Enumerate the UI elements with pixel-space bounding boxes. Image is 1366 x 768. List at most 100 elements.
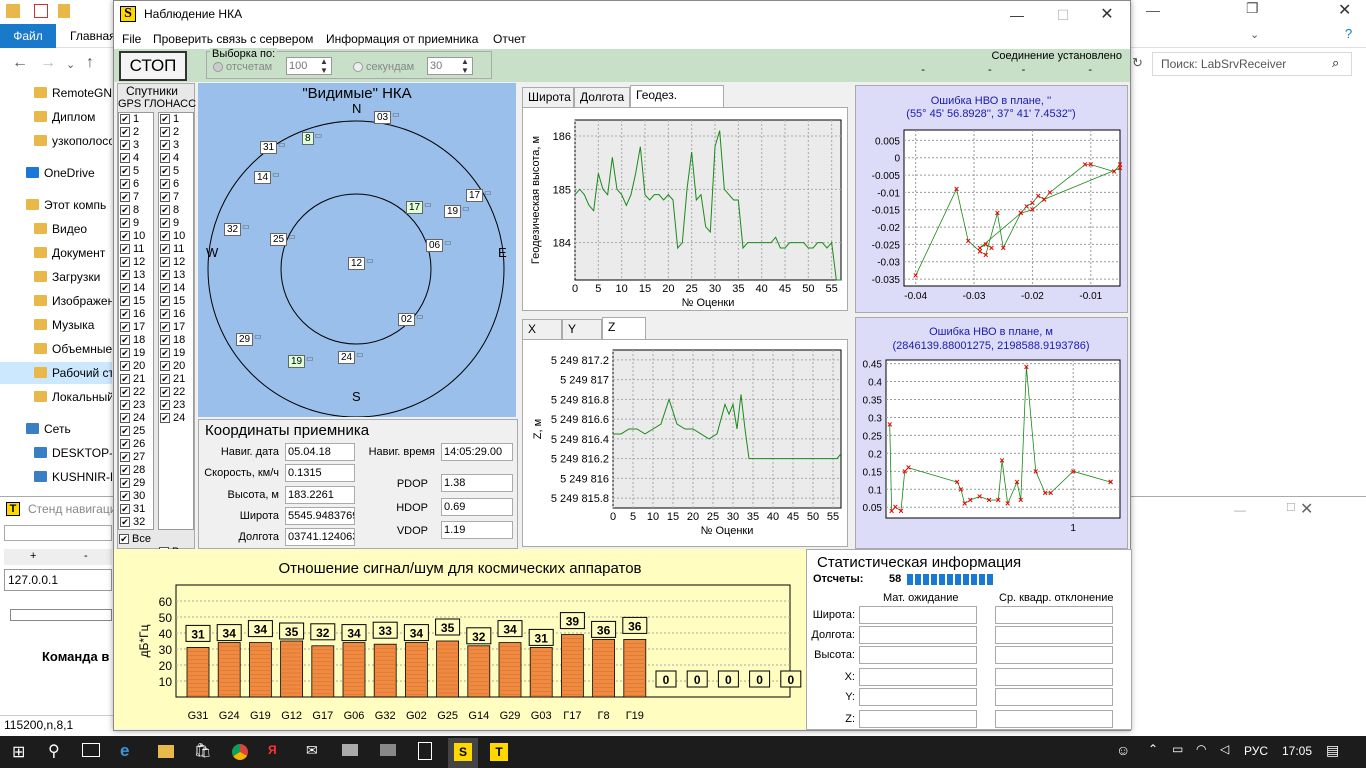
file-tab[interactable]: Файл	[0, 24, 56, 48]
stand-address-field[interactable]: 127.0.0.1	[4, 569, 112, 591]
gps-sat-checkbox[interactable]: ✔ 29	[119, 477, 153, 490]
gps-sat-checkbox[interactable]: ✔ 10	[119, 230, 153, 243]
lang-label[interactable]: РУС	[1244, 744, 1268, 758]
nav-item[interactable]: Изображен	[0, 290, 112, 312]
glonass-sat-checkbox[interactable]: ✔ 11	[159, 243, 193, 256]
gps-sat-checkbox[interactable]: ✔ 4	[119, 152, 153, 165]
glonass-sat-checkbox[interactable]: ✔ 17	[159, 321, 193, 334]
nav-item[interactable]: Локальный	[0, 386, 112, 408]
gps-sat-checkbox[interactable]: ✔ 7	[119, 191, 153, 204]
vdop-field[interactable]: 1.19	[441, 521, 513, 539]
chart-tab[interactable]: Z	[602, 317, 646, 339]
glonass-sat-checkbox[interactable]: ✔ 24	[159, 412, 193, 425]
spinner-arrows-icon[interactable]: ▲ ▼	[320, 57, 328, 75]
glonass-sat-checkbox[interactable]: ✔ 5	[159, 165, 193, 178]
chart-tab[interactable]: X	[522, 319, 562, 339]
menu-report[interactable]: Отчет	[487, 29, 532, 49]
menu-receiver-info[interactable]: Информация от приемника	[320, 29, 484, 49]
tray-expand-icon[interactable]: ⌃	[1148, 742, 1158, 756]
satellite-marker[interactable]: 32 ▭	[224, 222, 250, 236]
store-icon[interactable]: 🛍	[194, 742, 212, 758]
glonass-sat-checkbox[interactable]: ✔ 9	[159, 217, 193, 230]
network-icon[interactable]: ▭	[1172, 742, 1183, 756]
wifi-icon[interactable]: ◠	[1196, 742, 1206, 756]
glonass-sat-checkbox[interactable]: ✔ 15	[159, 295, 193, 308]
spinner-arrows-icon[interactable]: ▲ ▼	[461, 57, 469, 75]
gps-sat-checkbox[interactable]: ✔ 9	[119, 217, 153, 230]
nav-item[interactable]: Диплом	[0, 106, 112, 128]
glonass-sat-checkbox[interactable]: ✔ 8	[159, 204, 193, 217]
new-folder-icon[interactable]	[58, 4, 70, 18]
stand-close-icon[interactable]: ✕	[1300, 499, 1313, 519]
satellite-marker[interactable]: 06 ▭	[426, 238, 452, 252]
minimize-icon[interactable]: —	[1146, 2, 1160, 18]
glonass-sat-checkbox[interactable]: ✔ 22	[159, 386, 193, 399]
gps-sat-checkbox[interactable]: ✔ 28	[119, 464, 153, 477]
satellite-marker[interactable]: 24 ▭	[338, 350, 364, 364]
minimize-icon[interactable]: —	[994, 3, 1040, 27]
gps-sat-checkbox[interactable]: ✔ 20	[119, 360, 153, 373]
forward-icon[interactable]: →	[40, 54, 56, 72]
gps-sat-checkbox[interactable]: ✔ 8	[119, 204, 153, 217]
stand-combo[interactable]	[4, 525, 112, 541]
glonass-sat-checkbox[interactable]: ✔ 14	[159, 282, 193, 295]
gps-sat-checkbox[interactable]: ✔ 2	[119, 126, 153, 139]
stats-mean-field[interactable]	[859, 606, 977, 624]
volume-icon[interactable]: ◁	[1220, 742, 1229, 756]
gps-sat-checkbox[interactable]: ✔ 6	[119, 178, 153, 191]
by-count-radio[interactable]	[213, 62, 223, 72]
glonass-sat-checkbox[interactable]: ✔ 2	[159, 126, 193, 139]
edge-icon[interactable]: e	[120, 741, 136, 760]
maximize-icon[interactable]: ☐	[1040, 3, 1086, 27]
stop-button[interactable]: СТОП	[119, 51, 187, 81]
task-view-icon[interactable]	[82, 743, 100, 757]
chart-tab[interactable]: Y	[562, 319, 602, 339]
stats-mean-field[interactable]	[859, 668, 977, 686]
stand-app-taskbar-icon[interactable]: T	[490, 743, 508, 761]
gps-sat-checkbox[interactable]: ✔ 32	[119, 516, 153, 529]
stats-std-field[interactable]	[995, 626, 1113, 644]
satellite-marker[interactable]: 14 ▭	[254, 170, 280, 184]
gps-sat-checkbox[interactable]: ✔ 12	[119, 256, 153, 269]
nav-item[interactable]: RemoteGNS	[0, 82, 112, 104]
gps-sat-checkbox[interactable]: ✔ 31	[119, 503, 153, 516]
nav-item[interactable]: Рабочий ст	[0, 362, 112, 384]
glonass-sat-checkbox[interactable]: ✔ 12	[159, 256, 193, 269]
nav-item[interactable]: KUSHNIR-P	[0, 466, 112, 488]
gps-sat-checkbox[interactable]: ✔ 25	[119, 425, 153, 438]
satellite-marker[interactable]: 17 ▭	[466, 188, 492, 202]
app-icon[interactable]	[380, 744, 396, 756]
gps-sat-checkbox[interactable]: ✔ 18	[119, 334, 153, 347]
time-field[interactable]: 14:05:29.00	[441, 443, 513, 461]
gps-sat-checkbox[interactable]: ✔ 5	[119, 165, 153, 178]
recent-icon[interactable]: ⌄	[66, 58, 75, 71]
refresh-icon[interactable]: ↻	[1132, 55, 1143, 71]
nav-item[interactable]: Объемные	[0, 338, 112, 360]
start-icon[interactable]: ⊞	[12, 742, 28, 761]
gps-sat-checkbox[interactable]: ✔ 3	[119, 139, 153, 152]
gps-sat-checkbox[interactable]: ✔ 23	[119, 399, 153, 412]
search-input[interactable]: Поиск: LabSrvReceiver	[1152, 52, 1352, 76]
stats-mean-field[interactable]	[859, 710, 977, 728]
mail-icon[interactable]: ✉	[306, 742, 322, 758]
app-icon[interactable]	[342, 744, 358, 756]
chrome-icon[interactable]	[232, 744, 248, 760]
gps-sat-checkbox[interactable]: ✔ 21	[119, 373, 153, 386]
glonass-sat-checkbox[interactable]: ✔ 7	[159, 191, 193, 204]
people-icon[interactable]: ☺	[1116, 742, 1130, 758]
glonass-sat-checkbox[interactable]: ✔ 4	[159, 152, 193, 165]
stats-std-field[interactable]	[995, 668, 1113, 686]
menu-file[interactable]: File	[116, 29, 147, 49]
glonass-sat-checkbox[interactable]: ✔ 3	[159, 139, 193, 152]
gps-sat-checkbox[interactable]: ✔ 26	[119, 438, 153, 451]
satellite-marker[interactable]: 17 ▭	[406, 200, 432, 214]
stats-std-field[interactable]	[995, 710, 1113, 728]
notification-icon[interactable]: ▤	[1326, 742, 1339, 759]
glonass-sat-checkbox[interactable]: ✔ 18	[159, 334, 193, 347]
glonass-sat-checkbox[interactable]: ✔ 20	[159, 360, 193, 373]
stand-maximize-icon[interactable]: ☐	[1286, 501, 1296, 514]
satellite-marker[interactable]: 19 ▭	[288, 354, 314, 368]
glonass-sat-checkbox[interactable]: ✔ 23	[159, 399, 193, 412]
explorer-icon[interactable]	[158, 745, 174, 758]
nav-item[interactable]: Музыка	[0, 314, 112, 336]
